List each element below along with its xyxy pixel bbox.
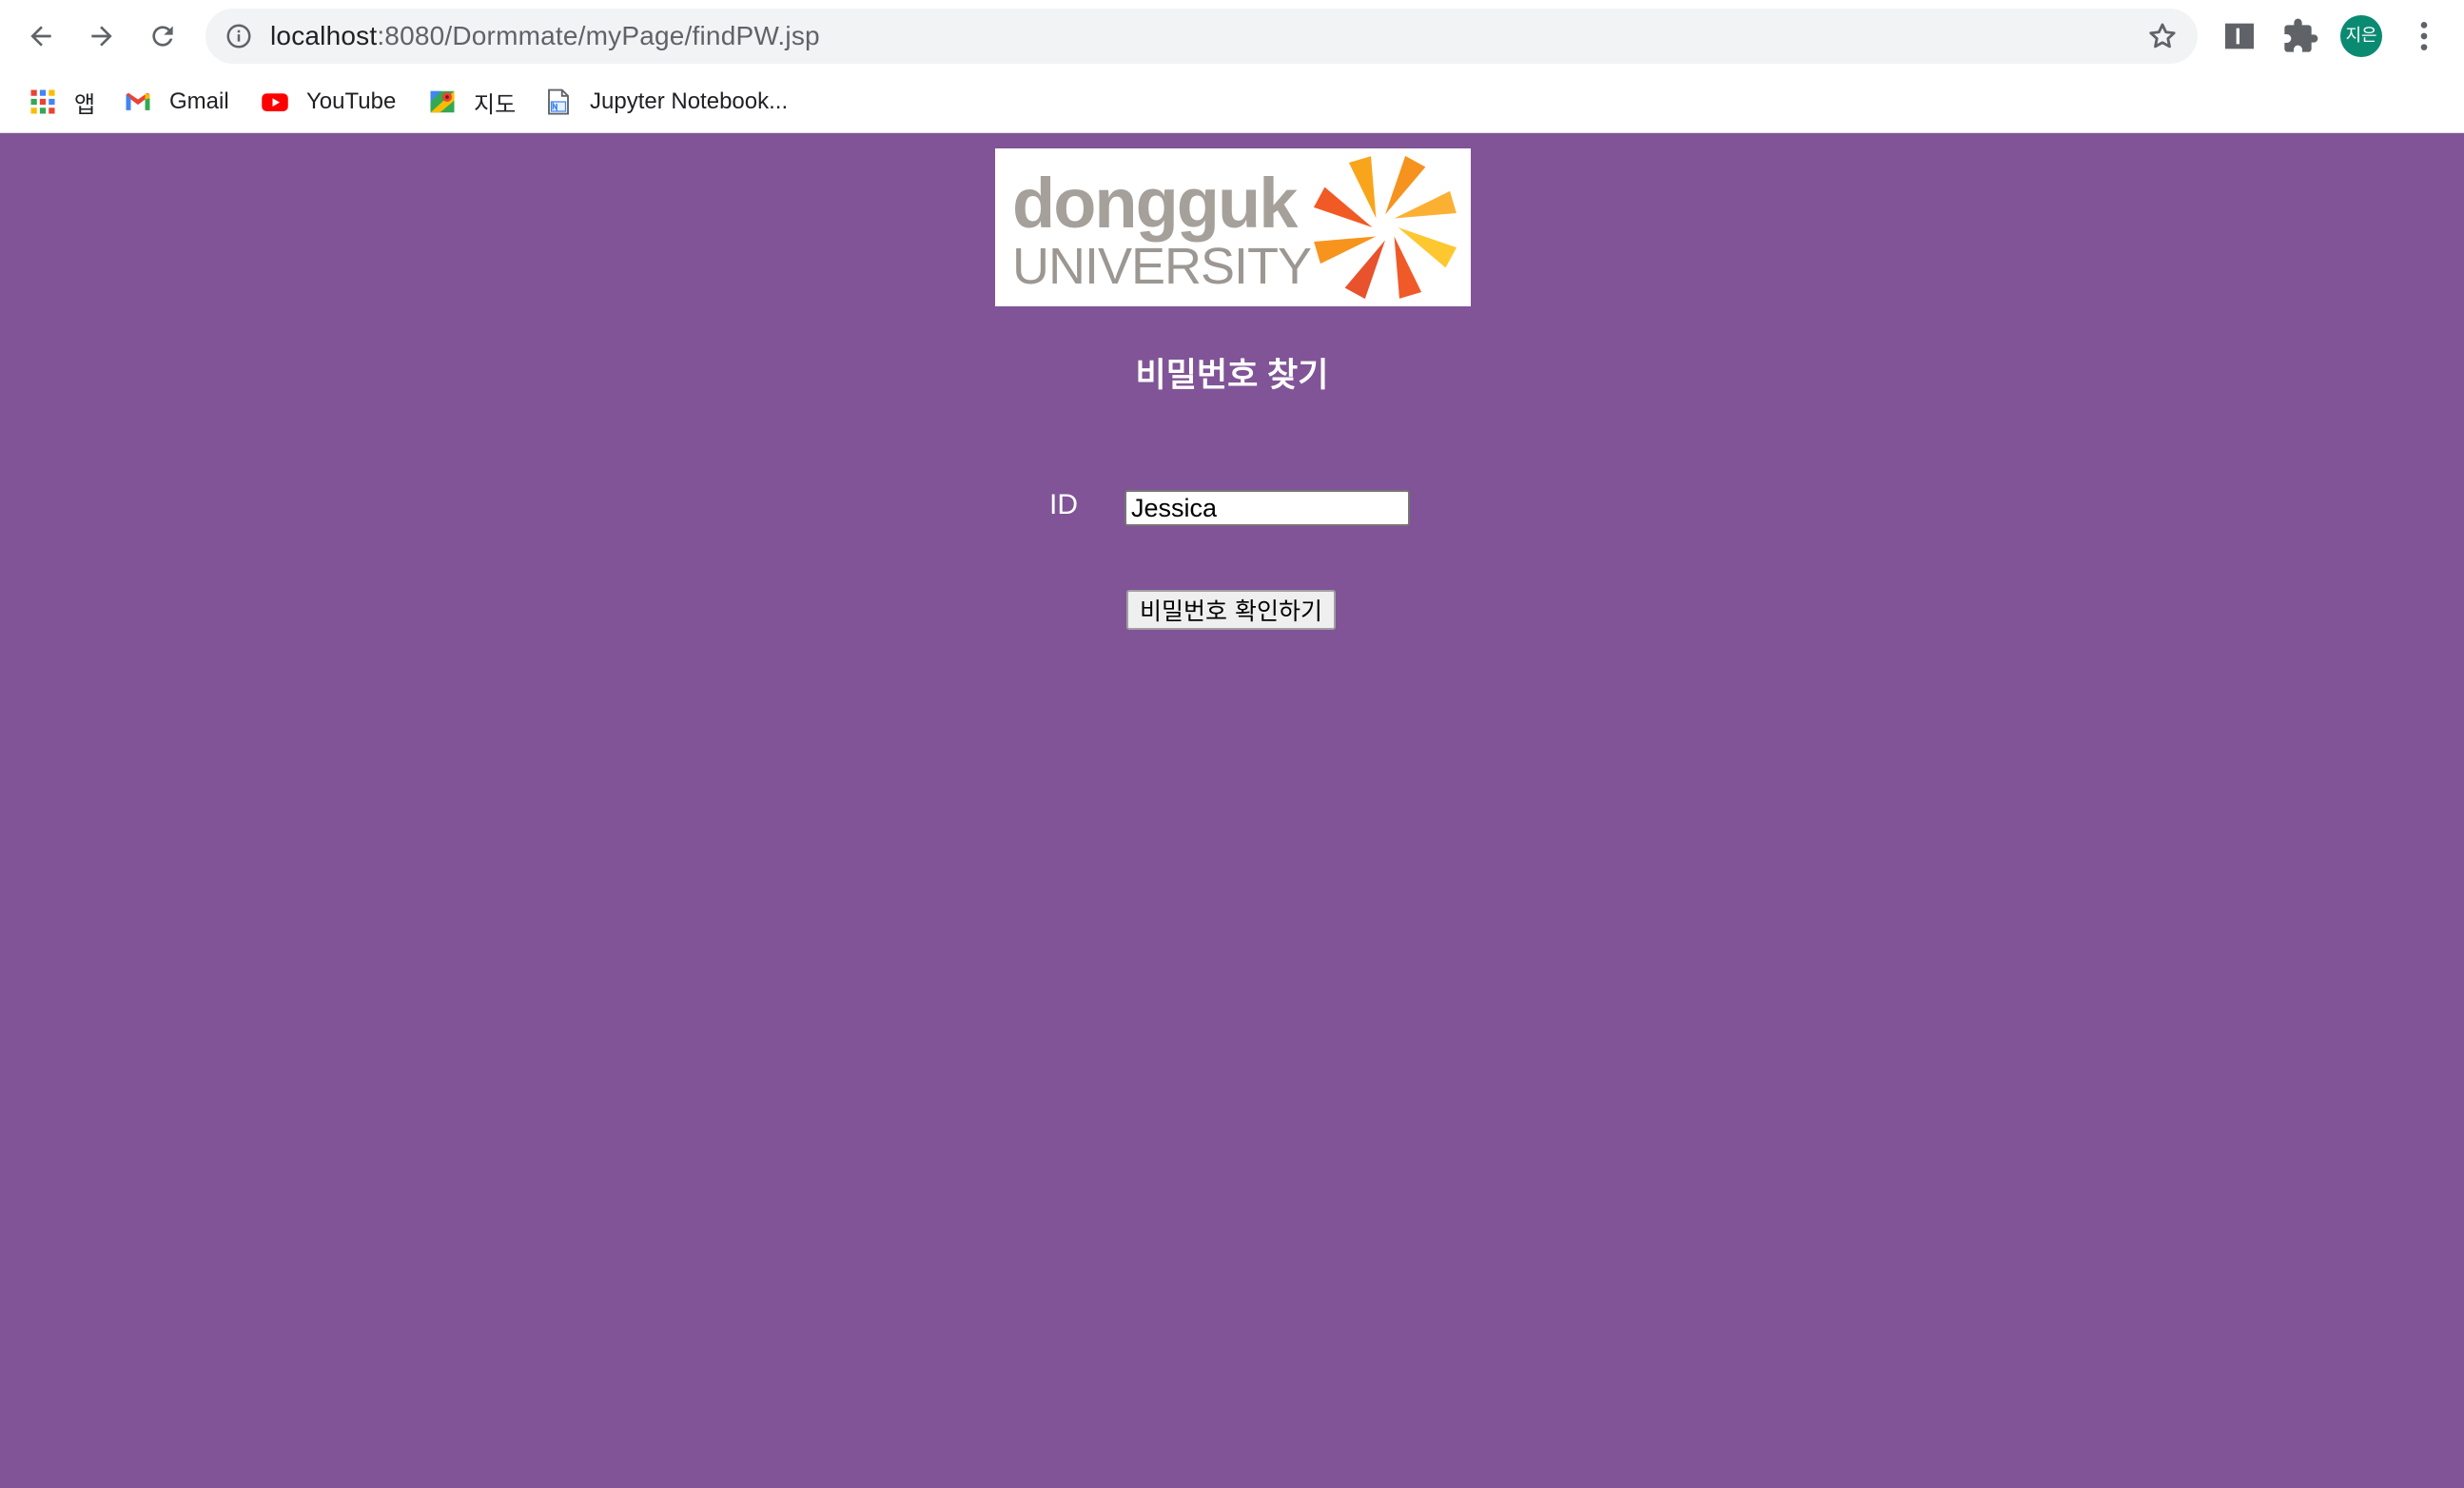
maps-icon <box>430 90 455 113</box>
browser-toolbar: localhost:8080/Dormmate/myPage/findPW.js… <box>0 0 2464 72</box>
id-label: ID <box>1049 489 1078 520</box>
bookmark-label: Jupyter Notebook... <box>590 88 789 114</box>
page-title: 비밀번호 찾기 <box>1135 357 1329 394</box>
logo-subtitle: UNIVERSITY <box>1012 238 1312 295</box>
url-host: localhost <box>270 21 378 50</box>
site-info-icon[interactable] <box>225 22 253 50</box>
bookmark-label: Gmail <box>169 88 229 114</box>
profile-avatar[interactable]: 지은 <box>2340 15 2382 57</box>
kebab-menu-icon[interactable] <box>2405 17 2443 55</box>
bookmark-maps[interactable]: 지도 <box>428 82 516 122</box>
reader-extension-icon[interactable] <box>2220 17 2259 55</box>
bookmark-label: 지도 <box>474 91 517 118</box>
reload-button[interactable] <box>139 12 186 60</box>
notebook-icon <box>548 88 569 115</box>
youtube-icon <box>262 93 288 111</box>
forward-button[interactable] <box>78 12 126 60</box>
back-button[interactable] <box>17 12 65 60</box>
address-bar[interactable]: localhost:8080/Dormmate/myPage/findPW.js… <box>205 9 2198 64</box>
bookmark-apps[interactable]: 앱 <box>29 82 95 122</box>
bookmark-jupyter[interactable]: Jupyter Notebook... <box>544 82 788 122</box>
bookmarks-bar: 앱 Gmail YouTube 지도 Jupyter Notebook... <box>0 72 2464 133</box>
gmail-icon <box>126 92 150 110</box>
bookmark-star-icon[interactable] <box>2146 20 2179 52</box>
check-password-button[interactable]: 비밀번호 확인하기 <box>1126 590 1336 630</box>
back-arrow-icon <box>30 26 51 47</box>
extensions-puzzle-icon[interactable] <box>2281 17 2319 55</box>
page-body: dongguk UNIVERSITY 비밀번호 찾기 ID 비밀번호 확인하기 <box>0 133 2464 1488</box>
logo-wordmark: dongguk <box>1012 164 1298 243</box>
reload-icon <box>152 26 173 47</box>
url-path: :8080/Dormmate/myPage/findPW.jsp <box>377 21 820 50</box>
bookmark-label: YouTube <box>306 88 397 114</box>
university-logo: dongguk UNIVERSITY <box>995 148 1471 306</box>
bookmark-gmail[interactable]: Gmail <box>124 82 229 122</box>
bookmark-label: 앱 <box>74 91 96 118</box>
bookmark-youtube[interactable]: YouTube <box>261 82 396 122</box>
id-input[interactable] <box>1124 490 1410 526</box>
forward-arrow-icon <box>91 26 112 47</box>
url-text: localhost:8080/Dormmate/myPage/findPW.js… <box>270 9 820 64</box>
apps-grid-icon <box>30 89 55 114</box>
logo-starburst-icon <box>1313 155 1457 300</box>
